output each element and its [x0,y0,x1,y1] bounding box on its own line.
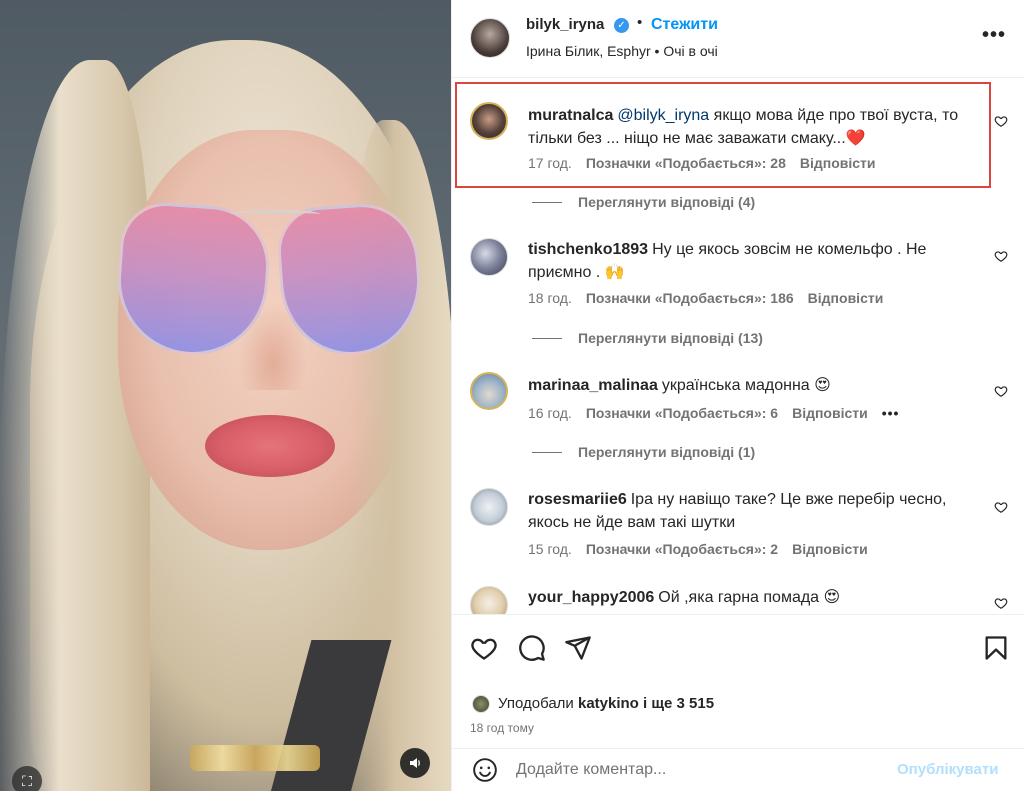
save-bookmark-icon[interactable] [982,634,1010,662]
comment-meta: 15 год. Позначки «Подобається»: 2 Відповіс… [528,541,882,557]
more-options-icon[interactable]: ••• [982,24,1006,47]
verified-badge-icon: ✓ [614,18,629,33]
avatar[interactable] [470,586,508,614]
comment-meta: 18 год. Позначки «Подобається»: 186 Відпов… [528,290,897,306]
comment-body: Ой ,яка гарна помада [658,589,824,606]
sunglasses-bridge [230,210,320,218]
view-replies-label: Переглянути відповіді (13) [578,330,763,346]
comment-likes-count[interactable]: Позначки «Подобається»: 186 [586,290,794,306]
comment-text: tishchenko1893 Ну це якось зовсім не коме… [528,238,978,284]
audio-toggle-icon[interactable] [400,748,430,778]
heart-eyes-emoji: 😍 [814,377,831,394]
view-replies-button[interactable]: Переглянути відповіді (13) [532,330,763,346]
avatar[interactable] [470,372,508,410]
comment-meta: 16 год. Позначки «Подобається»: 6 Відповіс… [528,405,913,421]
reply-button[interactable]: Відповісти [792,541,868,557]
comment-text: marinaa_malinaa українська мадонна 😍 [528,374,978,397]
likes-user[interactable]: katykino [578,695,639,712]
comment-username[interactable]: your_happy2006 [528,589,654,606]
post-time-ago: 18 год тому [470,721,534,735]
comment-username[interactable]: marinaa_malinaa [528,377,658,394]
emoji-picker-icon[interactable] [472,757,498,783]
audio-subtitle[interactable]: Ірина Білик, Esphyr • Очі в очі [526,43,718,59]
avatar[interactable] [472,695,490,713]
highlight-annotation-box [455,82,991,188]
likes-suffix: і ще 3 515 [638,695,715,712]
comment-likes-count[interactable]: Позначки «Подобається»: 2 [586,541,778,557]
replies-divider [532,337,562,339]
necklace-shape [190,745,320,771]
comment-input[interactable] [516,757,886,783]
avatar[interactable] [470,238,508,276]
like-comment-heart-icon[interactable] [994,500,1008,514]
comment-body: українська мадонна [661,377,815,394]
fullscreen-icon[interactable]: ⛶ [12,766,42,791]
comment-time: 15 год. [528,541,572,557]
add-comment-bar: Опублікувати [452,748,1024,791]
heart-eyes-emoji: 😍 [823,589,841,606]
reply-button[interactable]: Відповісти [808,290,884,306]
avatar[interactable] [470,18,510,58]
comment-text: rosesmariie6 Іра ну навіщо таке? Це вже п… [528,488,978,534]
replies-divider [532,451,562,453]
post-author-username[interactable]: bilyk_iryna [526,16,604,33]
share-paper-plane-icon[interactable] [564,634,592,662]
header-separator: • [637,14,643,31]
comment-time: 16 год. [528,405,572,421]
likes-summary[interactable]: Уподобали katykino і ще 3 515 [498,695,714,712]
comment-text: your_happy2006 Ой ,яка гарна помада 😍 [528,586,978,609]
like-comment-heart-icon[interactable] [994,249,1008,263]
comment-likes-count[interactable]: Позначки «Подобається»: 6 [586,405,778,421]
like-comment-heart-icon[interactable] [994,114,1008,128]
hair-left-shape [0,60,150,791]
reply-button[interactable]: Відповісти [792,405,868,421]
likes-prefix: Уподобали [498,695,578,712]
raised-hands-emoji: 🙌 [604,264,625,281]
video-media[interactable]: ⛶ [0,0,451,791]
post-actions: Уподобали katykino і ще 3 515 18 год том… [452,614,1024,791]
avatar[interactable] [470,488,508,526]
publish-button[interactable]: Опублікувати [897,761,998,778]
post-header: bilyk_iryna ✓ • Стежити Ірина Білик, Esp… [452,0,1024,78]
replies-divider [532,201,562,203]
comment-username[interactable]: rosesmariie6 [528,491,627,508]
view-replies-button[interactable]: Переглянути відповіді (1) [532,444,755,460]
view-replies-label: Переглянути відповіді (1) [578,444,756,460]
like-comment-heart-icon[interactable] [994,596,1008,610]
follow-button[interactable]: Стежити [651,16,718,34]
lips-shape [205,415,335,477]
like-comment-heart-icon[interactable] [994,384,1008,398]
like-heart-icon[interactable] [470,634,498,662]
view-replies-button[interactable]: Переглянути відповіді (4) [532,194,755,210]
comment-username[interactable]: tishchenko1893 [528,241,648,258]
post-panel: bilyk_iryna ✓ • Стежити Ірина Білик, Esp… [451,0,1024,791]
view-replies-label: Переглянути відповіді (4) [578,194,756,210]
comment-more-options-icon[interactable]: ••• [882,405,900,421]
comment-bubble-icon[interactable] [518,634,546,662]
nose-shape [238,300,308,390]
comment-time: 18 год. [528,290,572,306]
